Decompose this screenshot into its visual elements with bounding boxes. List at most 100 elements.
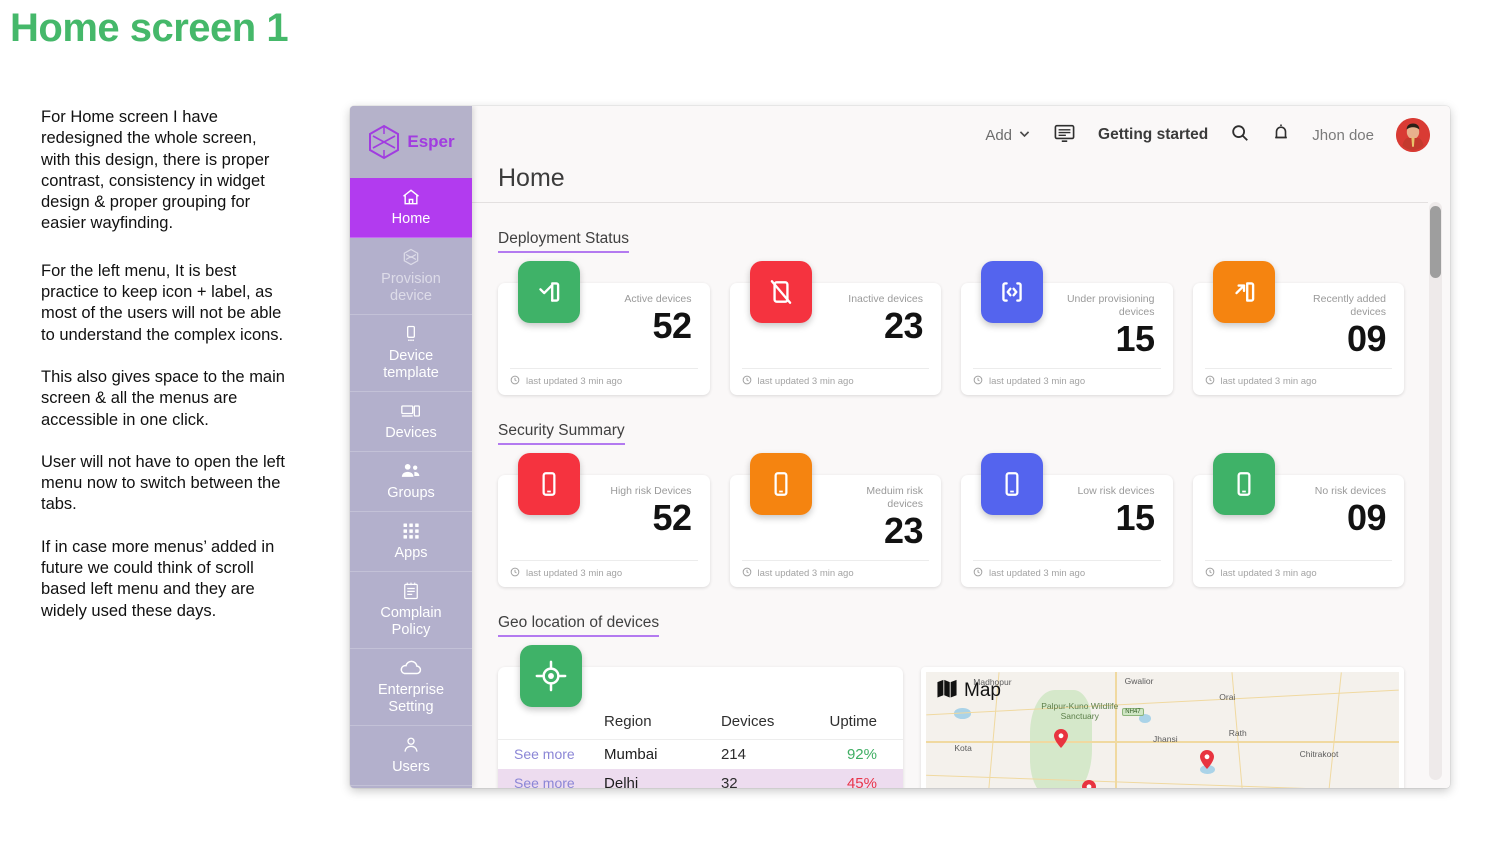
stat-footer-text: last updated 3 min ago xyxy=(526,376,623,387)
sidebar-item-label: Provision device xyxy=(381,271,441,304)
sidebar-item-groups[interactable]: Groups xyxy=(350,452,472,512)
table-col-region: Region xyxy=(604,713,652,730)
user-name: Jhon doe xyxy=(1312,126,1374,144)
stat-footer: last updated 3 min ago xyxy=(973,368,1161,388)
map-city-label: Rath xyxy=(1228,728,1247,738)
add-dropdown-button[interactable]: Add xyxy=(985,127,1031,144)
notifications-button[interactable] xyxy=(1272,123,1290,147)
stat-card-recently-added-devices[interactable]: Recently added devices 09 last updated 3… xyxy=(1192,261,1404,395)
map-canvas[interactable]: NH47 Map Madhopur Palpur-Kuno Wildlife S… xyxy=(926,672,1399,788)
stat-footer: last updated 3 min ago xyxy=(973,560,1161,580)
provision-icon xyxy=(401,246,421,268)
sidebar-item-users[interactable]: Users xyxy=(350,726,472,786)
map-city-label: Kota xyxy=(954,743,972,753)
page-title: Home screen 1 xyxy=(10,6,289,50)
stat-footer-text: last updated 3 min ago xyxy=(757,568,854,579)
geo-table: Region Devices Uptime See more Mumbai 21… xyxy=(498,707,903,788)
table-col-uptime: Uptime xyxy=(829,713,877,730)
clock-icon xyxy=(1205,567,1215,580)
devices-icon xyxy=(400,400,422,422)
phone-icon xyxy=(518,453,580,515)
stat-value: 09 xyxy=(1346,318,1387,359)
clock-icon xyxy=(1205,375,1215,388)
map-card[interactable]: NH47 Map Madhopur Palpur-Kuno Wildlife S… xyxy=(921,667,1404,788)
table-row[interactable]: See more Mumbai 214 92% xyxy=(498,740,903,770)
stat-footer-text: last updated 3 min ago xyxy=(526,568,623,579)
clock-icon xyxy=(742,375,752,388)
sidebar-item-device-template[interactable]: Device template xyxy=(350,315,472,392)
stat-footer: last updated 3 min ago xyxy=(741,368,929,388)
stat-label: Recently added devices xyxy=(1313,293,1386,318)
avatar[interactable] xyxy=(1396,118,1430,152)
geo-table-card: Region Devices Uptime See more Mumbai 21… xyxy=(498,645,903,788)
scrollbar-thumb[interactable] xyxy=(1430,206,1441,278)
section-title-geo: Geo location of devices xyxy=(498,614,660,637)
sidebar-item-label: Device template xyxy=(383,348,439,381)
map-pin-icon[interactable] xyxy=(1082,780,1097,788)
getting-started-link[interactable]: Getting started xyxy=(1098,126,1208,144)
sidebar-item-devices[interactable]: Devices xyxy=(350,392,472,452)
stat-card-under-provisioning-devices[interactable]: Under provisioning devices 15 last updat… xyxy=(961,261,1173,395)
map-city-label: Chitrakoot xyxy=(1299,749,1339,759)
home-page-heading: Home xyxy=(472,164,1428,203)
see-more-link[interactable]: See more xyxy=(514,775,575,788)
see-more-link[interactable]: See more xyxy=(514,746,575,762)
stat-card-medium-risk-devices[interactable]: Meduim risk devices 23 last updated 3 mi… xyxy=(729,453,941,587)
stat-label: Under provisioning devices xyxy=(1066,293,1155,318)
stat-footer-text: last updated 3 min ago xyxy=(989,568,1086,579)
device-add-icon xyxy=(1212,261,1275,323)
sidebar-item-label: Enterprise Setting xyxy=(377,682,445,715)
sidebar-item-apps[interactable]: Apps xyxy=(350,512,472,572)
stat-card-inactive-devices[interactable]: Inactive devices 23 last updated 3 min a… xyxy=(729,261,941,395)
sidebar-item-label: Apps xyxy=(394,545,428,561)
stat-card-low-risk-devices[interactable]: Low risk devices 15 last updated 3 min a… xyxy=(961,453,1173,587)
stat-footer-text: last updated 3 min ago xyxy=(757,376,854,387)
map-city-label: Orai xyxy=(1219,692,1236,702)
cell-region: Mumbai xyxy=(604,746,658,763)
section-title-deployment: Deployment Status xyxy=(498,230,629,253)
stat-footer: last updated 3 min ago xyxy=(510,560,698,580)
chevron-down-icon xyxy=(1018,127,1031,144)
phone-icon xyxy=(1212,453,1275,515)
stat-card-high-risk-devices[interactable]: High risk Devices 52 last updated 3 min … xyxy=(498,453,710,587)
brand-name: Esper xyxy=(407,132,455,151)
sidebar: Esper Home Provision device Device templ… xyxy=(350,106,472,788)
cell-devices: 32 xyxy=(720,775,738,788)
sidebar-item-enterprise-setting[interactable]: Enterprise Setting xyxy=(350,649,472,726)
groups-icon xyxy=(400,460,422,482)
clock-icon xyxy=(973,567,983,580)
user-menu[interactable]: Jhon doe xyxy=(1312,127,1374,144)
section-title-security: Security Summary xyxy=(498,422,625,445)
stat-value: 15 xyxy=(1115,318,1155,359)
note-paragraph: This also gives space to the main screen… xyxy=(41,367,285,429)
sidebar-item-home[interactable]: Home xyxy=(350,178,472,238)
sidebar-item-label: Complain Policy xyxy=(380,605,442,638)
add-label: Add xyxy=(985,126,1013,144)
stat-footer: last updated 3 min ago xyxy=(1204,560,1392,580)
sidebar-item-provision-device[interactable]: Provision device xyxy=(350,238,472,315)
map-icon xyxy=(936,678,958,704)
annotation-notes: For Home screen I have redesigned the wh… xyxy=(41,107,289,643)
map-pin-icon[interactable] xyxy=(1200,750,1215,774)
stat-card-no-risk-devices[interactable]: No risk devices 09 last updated 3 min ag… xyxy=(1192,453,1404,587)
clock-icon xyxy=(973,375,983,388)
map-pin-icon[interactable] xyxy=(1053,729,1068,753)
search-icon xyxy=(1230,123,1250,147)
sidebar-item-label: Users xyxy=(392,759,430,775)
table-row[interactable]: See more Delhi 32 45% xyxy=(498,769,903,788)
phone-icon xyxy=(749,453,812,515)
table-col-devices: Devices xyxy=(720,713,775,730)
stat-card-active-devices[interactable]: Active devices 52 last updated 3 min ago xyxy=(498,261,710,395)
search-button[interactable] xyxy=(1230,123,1250,147)
sidebar-item-label: Devices xyxy=(385,425,437,441)
display-icon xyxy=(1053,123,1076,147)
sidebar-item-complain-policy[interactable]: Complain Policy xyxy=(350,572,472,649)
device-off-icon xyxy=(749,261,812,323)
policy-icon xyxy=(401,580,421,602)
stat-footer-text: last updated 3 min ago xyxy=(1220,568,1317,579)
vertical-scrollbar[interactable] xyxy=(1429,202,1442,780)
cell-region: Delhi xyxy=(604,775,639,788)
display-button[interactable] xyxy=(1053,123,1076,147)
brand-logo-block: Esper xyxy=(350,106,472,178)
note-paragraph: User will not have to open the left menu… xyxy=(41,452,285,514)
